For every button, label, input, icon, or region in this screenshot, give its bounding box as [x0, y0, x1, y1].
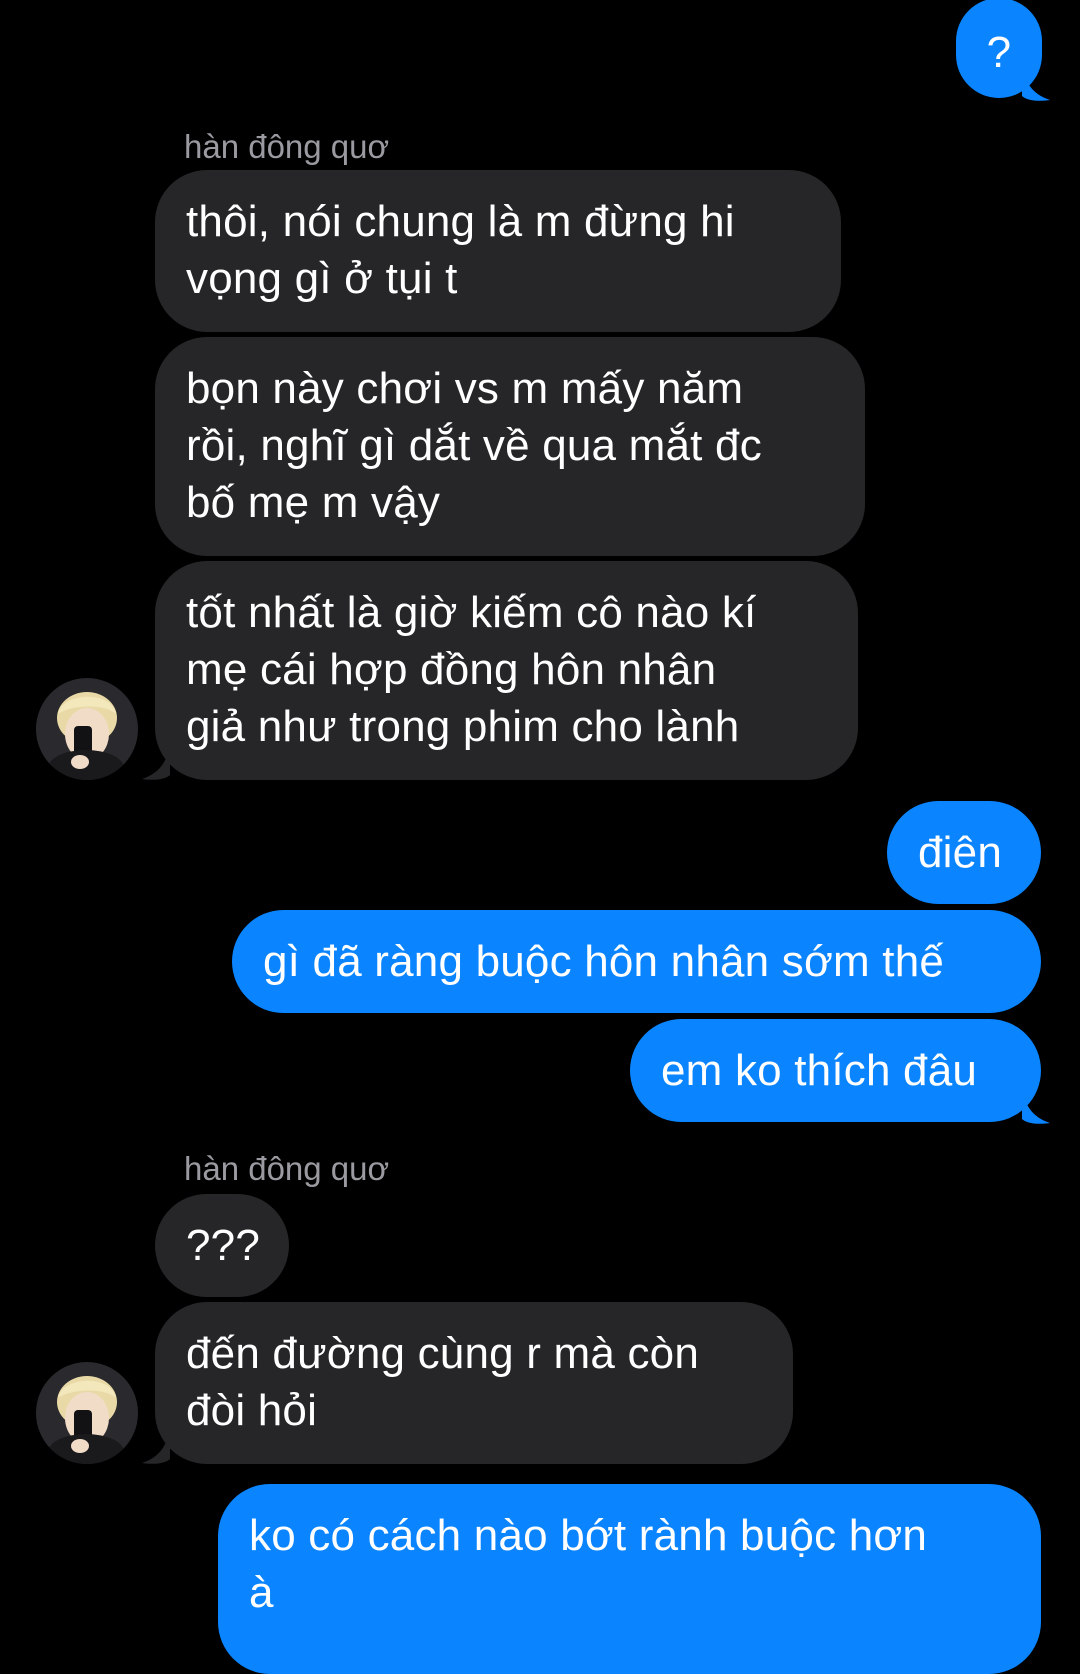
- bubble-tail-icon: [142, 1425, 170, 1464]
- sender-name: hàn đông quơ: [184, 128, 390, 165]
- contact-avatar[interactable]: [36, 1362, 138, 1464]
- bubble-tail-icon: [1022, 1085, 1050, 1124]
- sender-name: hàn đông quơ: [184, 1150, 390, 1187]
- message-bubble-incoming[interactable]: thôi, nói chung là m đừng hi vọng gì ở t…: [155, 170, 841, 332]
- avatar-photo-icon: [36, 678, 138, 780]
- message-bubble-outgoing[interactable]: điên: [887, 801, 1041, 904]
- message-bubble-outgoing[interactable]: ko có cách nào bớt rành buộc hơn à: [218, 1484, 1041, 1674]
- contact-avatar[interactable]: [36, 678, 138, 780]
- message-bubble-incoming[interactable]: bọn này chơi vs m mấy năm rồi, nghĩ gì d…: [155, 337, 865, 556]
- avatar-photo-icon: [36, 1362, 138, 1464]
- message-bubble-outgoing[interactable]: em ko thích đâu: [630, 1019, 1041, 1122]
- message-bubble-incoming[interactable]: tốt nhất là giờ kiếm cô nào kí mẹ cái hợ…: [155, 561, 858, 780]
- message-bubble-outgoing[interactable]: gì đã ràng buộc hôn nhân sớm thế: [232, 910, 1041, 1013]
- message-bubble-incoming[interactable]: ???: [155, 1194, 289, 1297]
- bubble-tail-icon: [1022, 62, 1050, 101]
- message-bubble-incoming[interactable]: đến đường cùng r mà còn đòi hỏi: [155, 1302, 793, 1464]
- bubble-tail-icon: [142, 741, 170, 780]
